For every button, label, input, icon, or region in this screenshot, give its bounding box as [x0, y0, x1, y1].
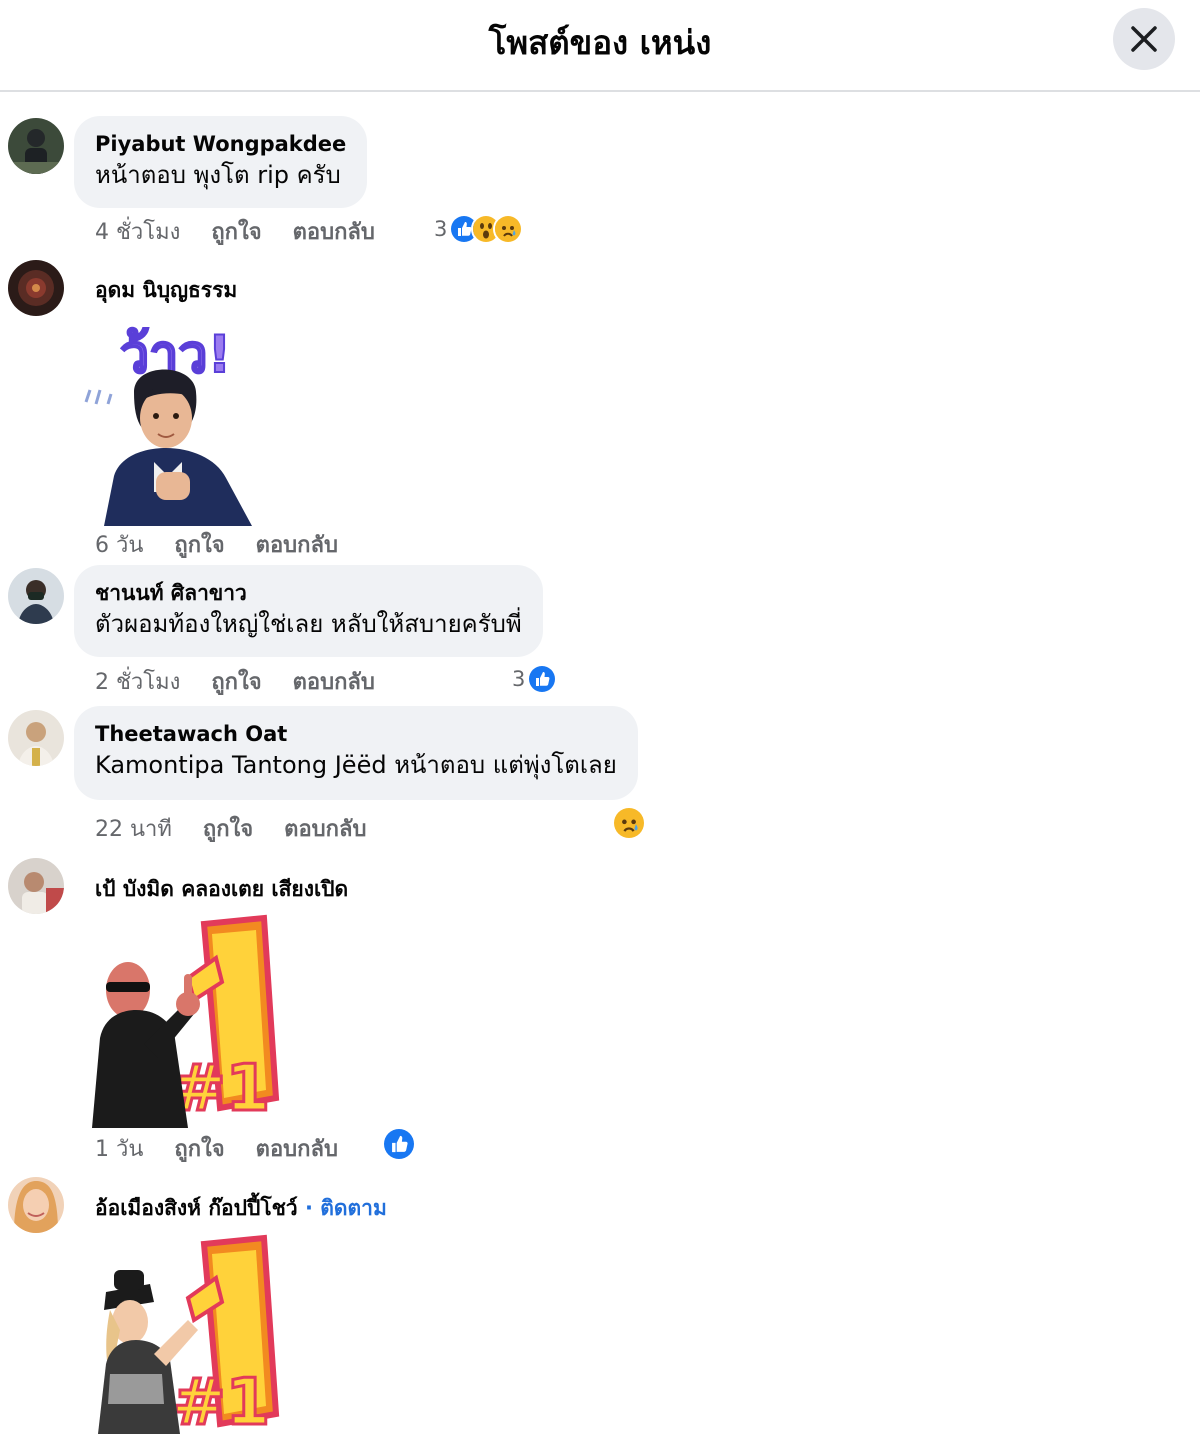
avatar[interactable] — [8, 260, 64, 316]
comment-time[interactable]: 4 ชั่วโมง — [95, 220, 180, 245]
comment-actions: 1 วัน ถูกใจ ตอบกลับ — [95, 1131, 362, 1166]
comment-author[interactable]: ชานนท์ ศิลาขาว — [95, 579, 522, 607]
avatar[interactable] — [8, 118, 64, 174]
comment-actions: 22 นาที ถูกใจ ตอบกลับ — [95, 811, 390, 846]
comment-bubble: Piyabut Wongpakdee หน้าตอบ พุงโต rip ครั… — [74, 116, 368, 208]
close-icon — [1131, 26, 1157, 52]
comment-text: หน้าตอบ พุงโต rip ครับ — [95, 161, 341, 189]
avatar[interactable] — [8, 1177, 64, 1233]
reaction-count: 3 — [512, 667, 526, 691]
close-button[interactable] — [1113, 8, 1175, 70]
number-one-sticker: #1 — [84, 1234, 284, 1444]
dialog-header: โพสต์ของ เหน่ง — [0, 0, 1200, 92]
reaction-count: 3 — [434, 217, 448, 241]
reaction-summary[interactable] — [612, 806, 644, 838]
comment-bubble: ชานนท์ ศิลาขาว ตัวผอมท้องใหญ่ใช่เลย หลับ… — [74, 565, 543, 657]
comment-author[interactable]: Piyabut Wongpakdee — [95, 130, 346, 158]
comment-actions: 2 ชั่วโมง ถูกใจ ตอบกลับ — [95, 664, 399, 699]
comment-time[interactable]: 1 วัน — [95, 1137, 143, 1162]
comment-author[interactable]: อุดม นิบุญธรรม — [95, 274, 237, 307]
comment-text: ตัวผอมท้องใหญ่ใช่เลย หลับให้สบายครับพี่ — [95, 610, 522, 638]
comment-author[interactable]: อ้อเมืองสิงห์ ก๊อปปี้โชว์ — [95, 1196, 298, 1220]
reaction-summary[interactable]: 3 — [434, 214, 524, 244]
like-icon — [527, 664, 558, 694]
reply-button[interactable]: ตอบกลับ — [256, 1137, 338, 1162]
sad-icon — [493, 214, 524, 244]
comment-author[interactable]: เป้ บังมิด คลองเตย เสียงเปิด — [95, 873, 348, 906]
reply-button[interactable]: ตอบกลับ — [293, 670, 375, 695]
reaction-summary[interactable]: 3 — [512, 664, 558, 694]
wow-sticker: ว้าว! — [84, 312, 264, 526]
comment-actions: 4 ชั่วโมง ถูกใจ ตอบกลับ — [95, 214, 399, 249]
comment-time[interactable]: 2 ชั่วโมง — [95, 670, 180, 695]
avatar[interactable] — [8, 568, 64, 624]
sad-icon — [612, 806, 644, 838]
reply-button[interactable]: ตอบกลับ — [293, 220, 375, 245]
like-button[interactable]: ถูกใจ — [211, 220, 261, 245]
dialog-title: โพสต์ของ เหน่ง — [488, 23, 712, 62]
comment-author-line: อ้อเมืองสิงห์ ก๊อปปี้โชว์ · ติดตาม — [95, 1192, 387, 1225]
follow-link[interactable]: · ติดตาม — [305, 1196, 387, 1220]
comment-author[interactable]: Theetawach Oat — [95, 720, 617, 748]
comment-actions: 6 วัน ถูกใจ ตอบกลับ — [95, 527, 362, 562]
comment-time[interactable]: 6 วัน — [95, 533, 143, 558]
reaction-summary[interactable] — [382, 1127, 414, 1159]
sticker-text: #1 — [172, 1366, 270, 1440]
like-icon — [382, 1127, 414, 1159]
reply-button[interactable]: ตอบกลับ — [284, 817, 366, 842]
like-button[interactable]: ถูกใจ — [174, 533, 224, 558]
like-button[interactable]: ถูกใจ — [203, 817, 253, 842]
number-one-sticker: #1 — [84, 914, 284, 1128]
like-button[interactable]: ถูกใจ — [211, 670, 261, 695]
like-button[interactable]: ถูกใจ — [174, 1137, 224, 1162]
reply-button[interactable]: ตอบกลับ — [256, 533, 338, 558]
sticker-text: #1 — [172, 1052, 270, 1126]
comment-time[interactable]: 22 นาที — [95, 817, 172, 842]
avatar[interactable] — [8, 858, 64, 914]
avatar[interactable] — [8, 710, 64, 766]
comment-text: Kamontipa Tantong Jëëd หน้าตอบ แต่พุ่งโต… — [95, 751, 617, 779]
comment-bubble: Theetawach Oat Kamontipa Tantong Jëëd หน… — [74, 706, 638, 800]
